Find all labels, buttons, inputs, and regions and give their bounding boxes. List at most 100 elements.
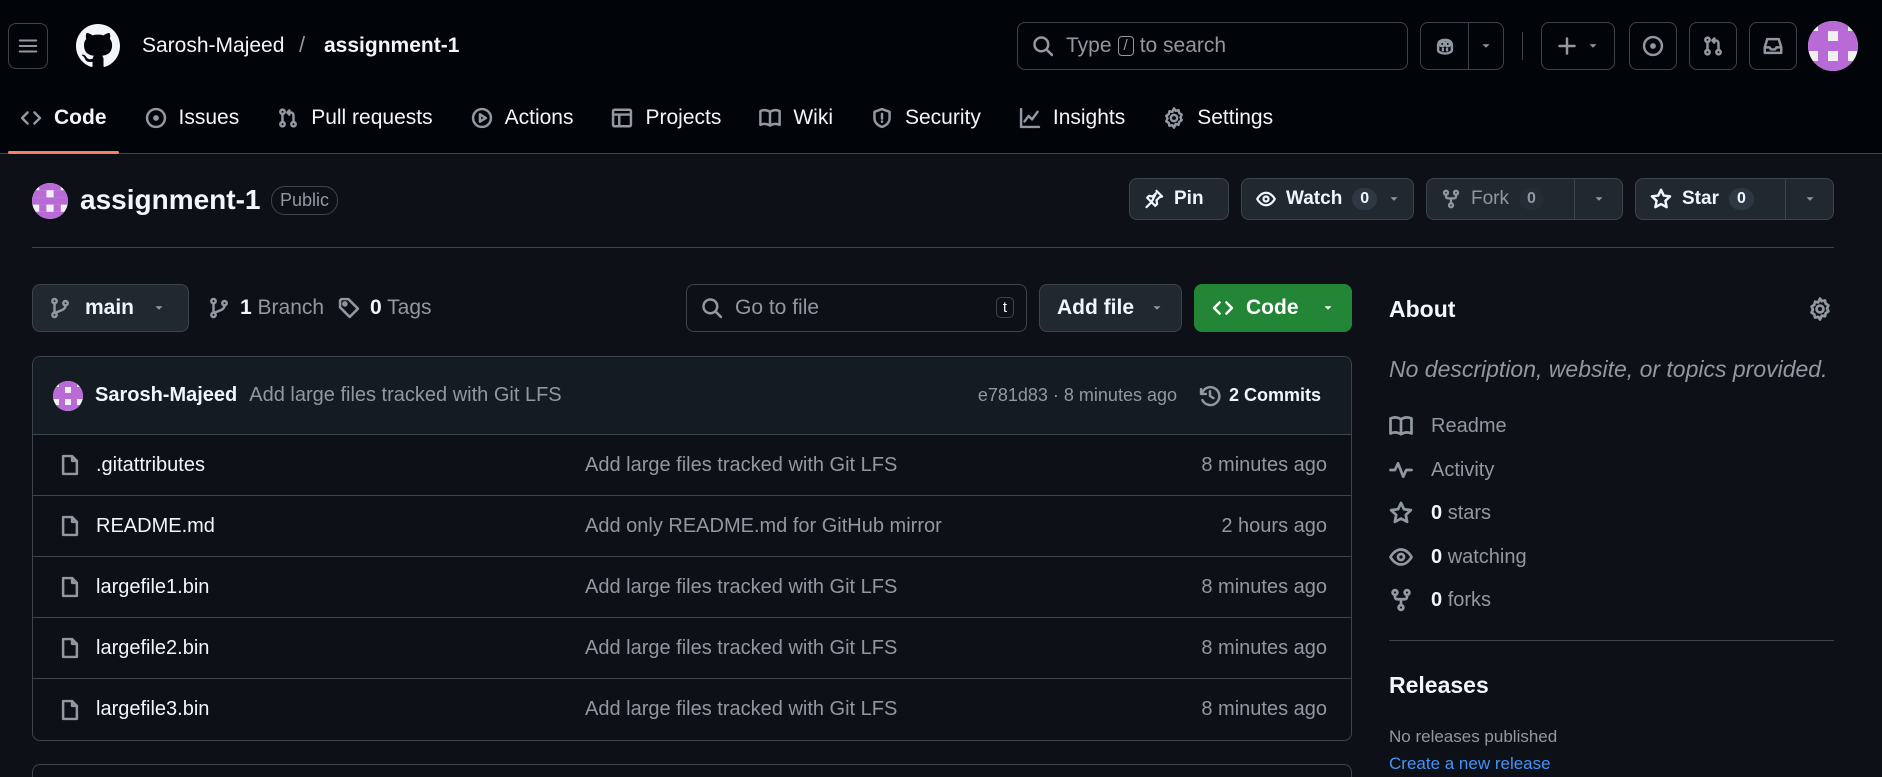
repo-owner-avatar[interactable] [32,183,68,219]
hamburger-icon [18,39,38,53]
eye-icon [1256,191,1276,207]
search-shortcut-key: / [1117,36,1134,56]
releases-heading[interactable]: Releases [1389,672,1489,699]
code-button[interactable]: Code [1194,284,1352,332]
repo-title[interactable]: assignment-1 [80,184,261,216]
tag-icon [338,297,360,319]
tab-insights[interactable]: Insights [1007,100,1137,154]
forks-link[interactable]: 0 forks [1389,588,1491,612]
git-pull-request-icon [279,108,298,128]
copilot-dropdown-button[interactable] [1469,23,1503,69]
notifications-button[interactable] [1749,22,1797,70]
github-logo-icon[interactable] [76,24,120,68]
repo-navigation: Code Issues Pull requests Actions Projec… [8,100,1299,154]
file-icon [61,699,79,720]
create-release-link[interactable]: Create a new release [1389,754,1551,774]
file-commit-message[interactable]: Add large files tracked with Git LFS [585,576,897,599]
tab-security[interactable]: Security [859,100,993,154]
divider [1389,640,1834,641]
table-row: README.md Add only README.md for GitHub … [33,496,1351,557]
tab-wiki[interactable]: Wiki [747,100,845,154]
owner-link[interactable]: Sarosh-Majeed [142,34,284,58]
file-commit-message[interactable]: Add large files tracked with Git LFS [585,454,897,477]
file-commit-message[interactable]: Add only README.md for GitHub mirror [585,515,942,538]
copilot-button[interactable] [1421,23,1469,69]
triangle-down-icon [1589,44,1597,48]
create-new-button[interactable] [1541,22,1615,70]
commit-message[interactable]: Add large files tracked with Git LFS [249,384,561,407]
repo-forked-icon [1391,588,1411,612]
watching-count: 0 [1431,545,1443,568]
triangle-down-icon [1324,306,1331,310]
go-to-file-input[interactable]: Go to file t [686,284,1027,332]
tab-issues[interactable]: Issues [133,100,252,154]
gear-icon [1165,107,1184,129]
tag-count: 0 [370,296,382,319]
book-icon [1389,416,1413,436]
file-commit-message[interactable]: Add large files tracked with Git LFS [585,698,897,721]
commit-author[interactable]: Sarosh-Majeed [95,384,237,407]
menu-button[interactable] [8,23,48,69]
watch-button[interactable]: Watch 0 [1241,178,1414,220]
table-row: .gitattributes Add large files tracked w… [33,435,1351,496]
tags-link[interactable]: 0 Tags [338,296,432,320]
tab-settings[interactable]: Settings [1151,100,1285,154]
watching-link[interactable]: 0 watching [1389,545,1527,569]
stars-link[interactable]: 0 stars [1389,501,1491,525]
pin-icon [1145,189,1164,209]
file-name[interactable]: largefile3.bin [96,698,209,721]
watching-label: watching [1447,545,1527,568]
identicon-avatar-icon [1808,21,1858,71]
branch-word: Branch [257,296,325,319]
tab-pull-requests[interactable]: Pull requests [265,100,444,154]
pin-button[interactable]: Pin [1129,178,1229,220]
commit-author-avatar[interactable] [53,380,83,411]
file-icon [61,515,79,537]
search-icon [702,298,723,319]
tab-actions[interactable]: Actions [459,100,586,154]
your-issues-button[interactable] [1629,22,1677,70]
table-row: largefile3.bin Add large files tracked w… [33,679,1351,740]
file-name[interactable]: largefile1.bin [96,576,209,599]
search-input[interactable]: Type / to search [1017,22,1408,70]
file-commit-age: 8 minutes ago [1201,575,1327,598]
header-divider [1522,32,1523,60]
go-to-file-placeholder: Go to file [735,296,820,319]
file-name[interactable]: largefile2.bin [96,637,209,660]
file-commit-age: 2 hours ago [1221,514,1327,537]
watch-dropdown[interactable] [1387,179,1413,219]
add-file-button[interactable]: Add file [1039,284,1182,332]
tab-projects[interactable]: Projects [599,100,733,154]
triangle-down-icon [1595,197,1603,201]
graph-icon [1019,107,1041,129]
activity-link[interactable]: Activity [1389,458,1494,482]
commits-history-link[interactable]: 2 Commits [1199,385,1321,407]
identicon-avatar-icon [32,183,68,219]
file-name[interactable]: README.md [96,515,215,538]
history-icon [1199,385,1221,406]
file-commit-message[interactable]: Add large files tracked with Git LFS [585,637,897,660]
gear-icon[interactable] [1808,297,1832,321]
fork-dropdown[interactable] [1574,179,1622,219]
triangle-down-icon [1153,306,1161,310]
visibility-badge: Public [271,186,339,215]
your-pull-requests-button[interactable] [1689,22,1737,70]
latest-commit-bar: Sarosh-Majeed Add large files tracked wi… [33,357,1351,435]
repo-link[interactable]: assignment-1 [324,34,459,58]
star-dropdown[interactable] [1785,179,1833,219]
branches-link[interactable]: 1 Branch [208,296,324,320]
readme-link[interactable]: Readme [1389,414,1507,438]
git-branch-icon [210,297,228,319]
tab-label: Issues [178,106,240,129]
file-name[interactable]: .gitattributes [96,454,205,477]
commit-sha-and-time[interactable]: e781d83 · 8 minutes ago [978,385,1177,406]
tab-label: Actions [504,106,574,129]
file-browser: Sarosh-Majeed Add large files tracked wi… [32,356,1352,741]
branch-selector[interactable]: main [32,284,189,332]
star-button[interactable]: Star 0 [1635,178,1834,220]
no-releases-text: No releases published [1389,727,1558,746]
fork-button[interactable]: Fork 0 [1426,178,1623,220]
tab-code[interactable]: Code [8,100,119,154]
user-avatar[interactable] [1808,21,1858,71]
star-icon [1389,501,1413,524]
